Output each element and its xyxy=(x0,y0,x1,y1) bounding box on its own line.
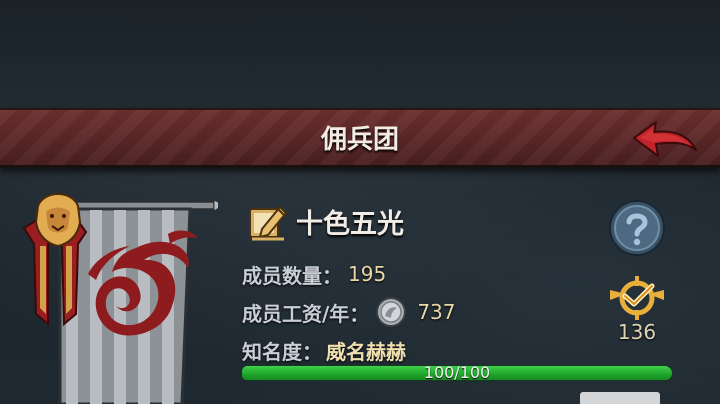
edit-pencil-icon[interactable] xyxy=(248,201,288,241)
fame-label: 知名度： xyxy=(242,339,322,364)
fame-progress-bar: 100/100 xyxy=(242,364,672,382)
page-title: 佣兵团 xyxy=(320,125,399,155)
guild-name-row: 十色五光 xyxy=(248,200,404,242)
title-bar: 佣兵团 xyxy=(0,108,720,168)
salary-row: 成员工资/年： 737 xyxy=(242,297,456,327)
members-row: 成员数量： 195 xyxy=(242,259,386,289)
lion-crest xyxy=(22,193,88,327)
back-button[interactable] xyxy=(630,120,698,164)
rank-badge-icon[interactable] xyxy=(606,274,668,322)
fame-progress-text: 100/100 xyxy=(423,363,491,382)
back-arrow-icon xyxy=(633,121,697,157)
salary-label: 成员工资/年： xyxy=(242,301,370,326)
top-background xyxy=(0,0,720,110)
guild-name: 十色五光 xyxy=(296,208,404,240)
rank-count: 136 xyxy=(617,320,657,344)
fame-value: 威名赫赫 xyxy=(326,339,406,364)
salary-value: 737 xyxy=(417,300,456,324)
corner-tab[interactable] xyxy=(580,392,660,404)
members-value: 195 xyxy=(348,262,387,286)
silver-coin-icon xyxy=(376,297,407,327)
guild-screen: 佣兵团 十色五光 成员数量： 195 成员工资/年： 737 知名度： 威名赫赫… xyxy=(0,0,720,404)
members-label: 成员数量： xyxy=(242,263,342,288)
fame-row: 知名度： 威名赫赫 xyxy=(242,335,406,365)
guild-banner xyxy=(22,193,218,404)
help-button[interactable] xyxy=(608,199,666,257)
